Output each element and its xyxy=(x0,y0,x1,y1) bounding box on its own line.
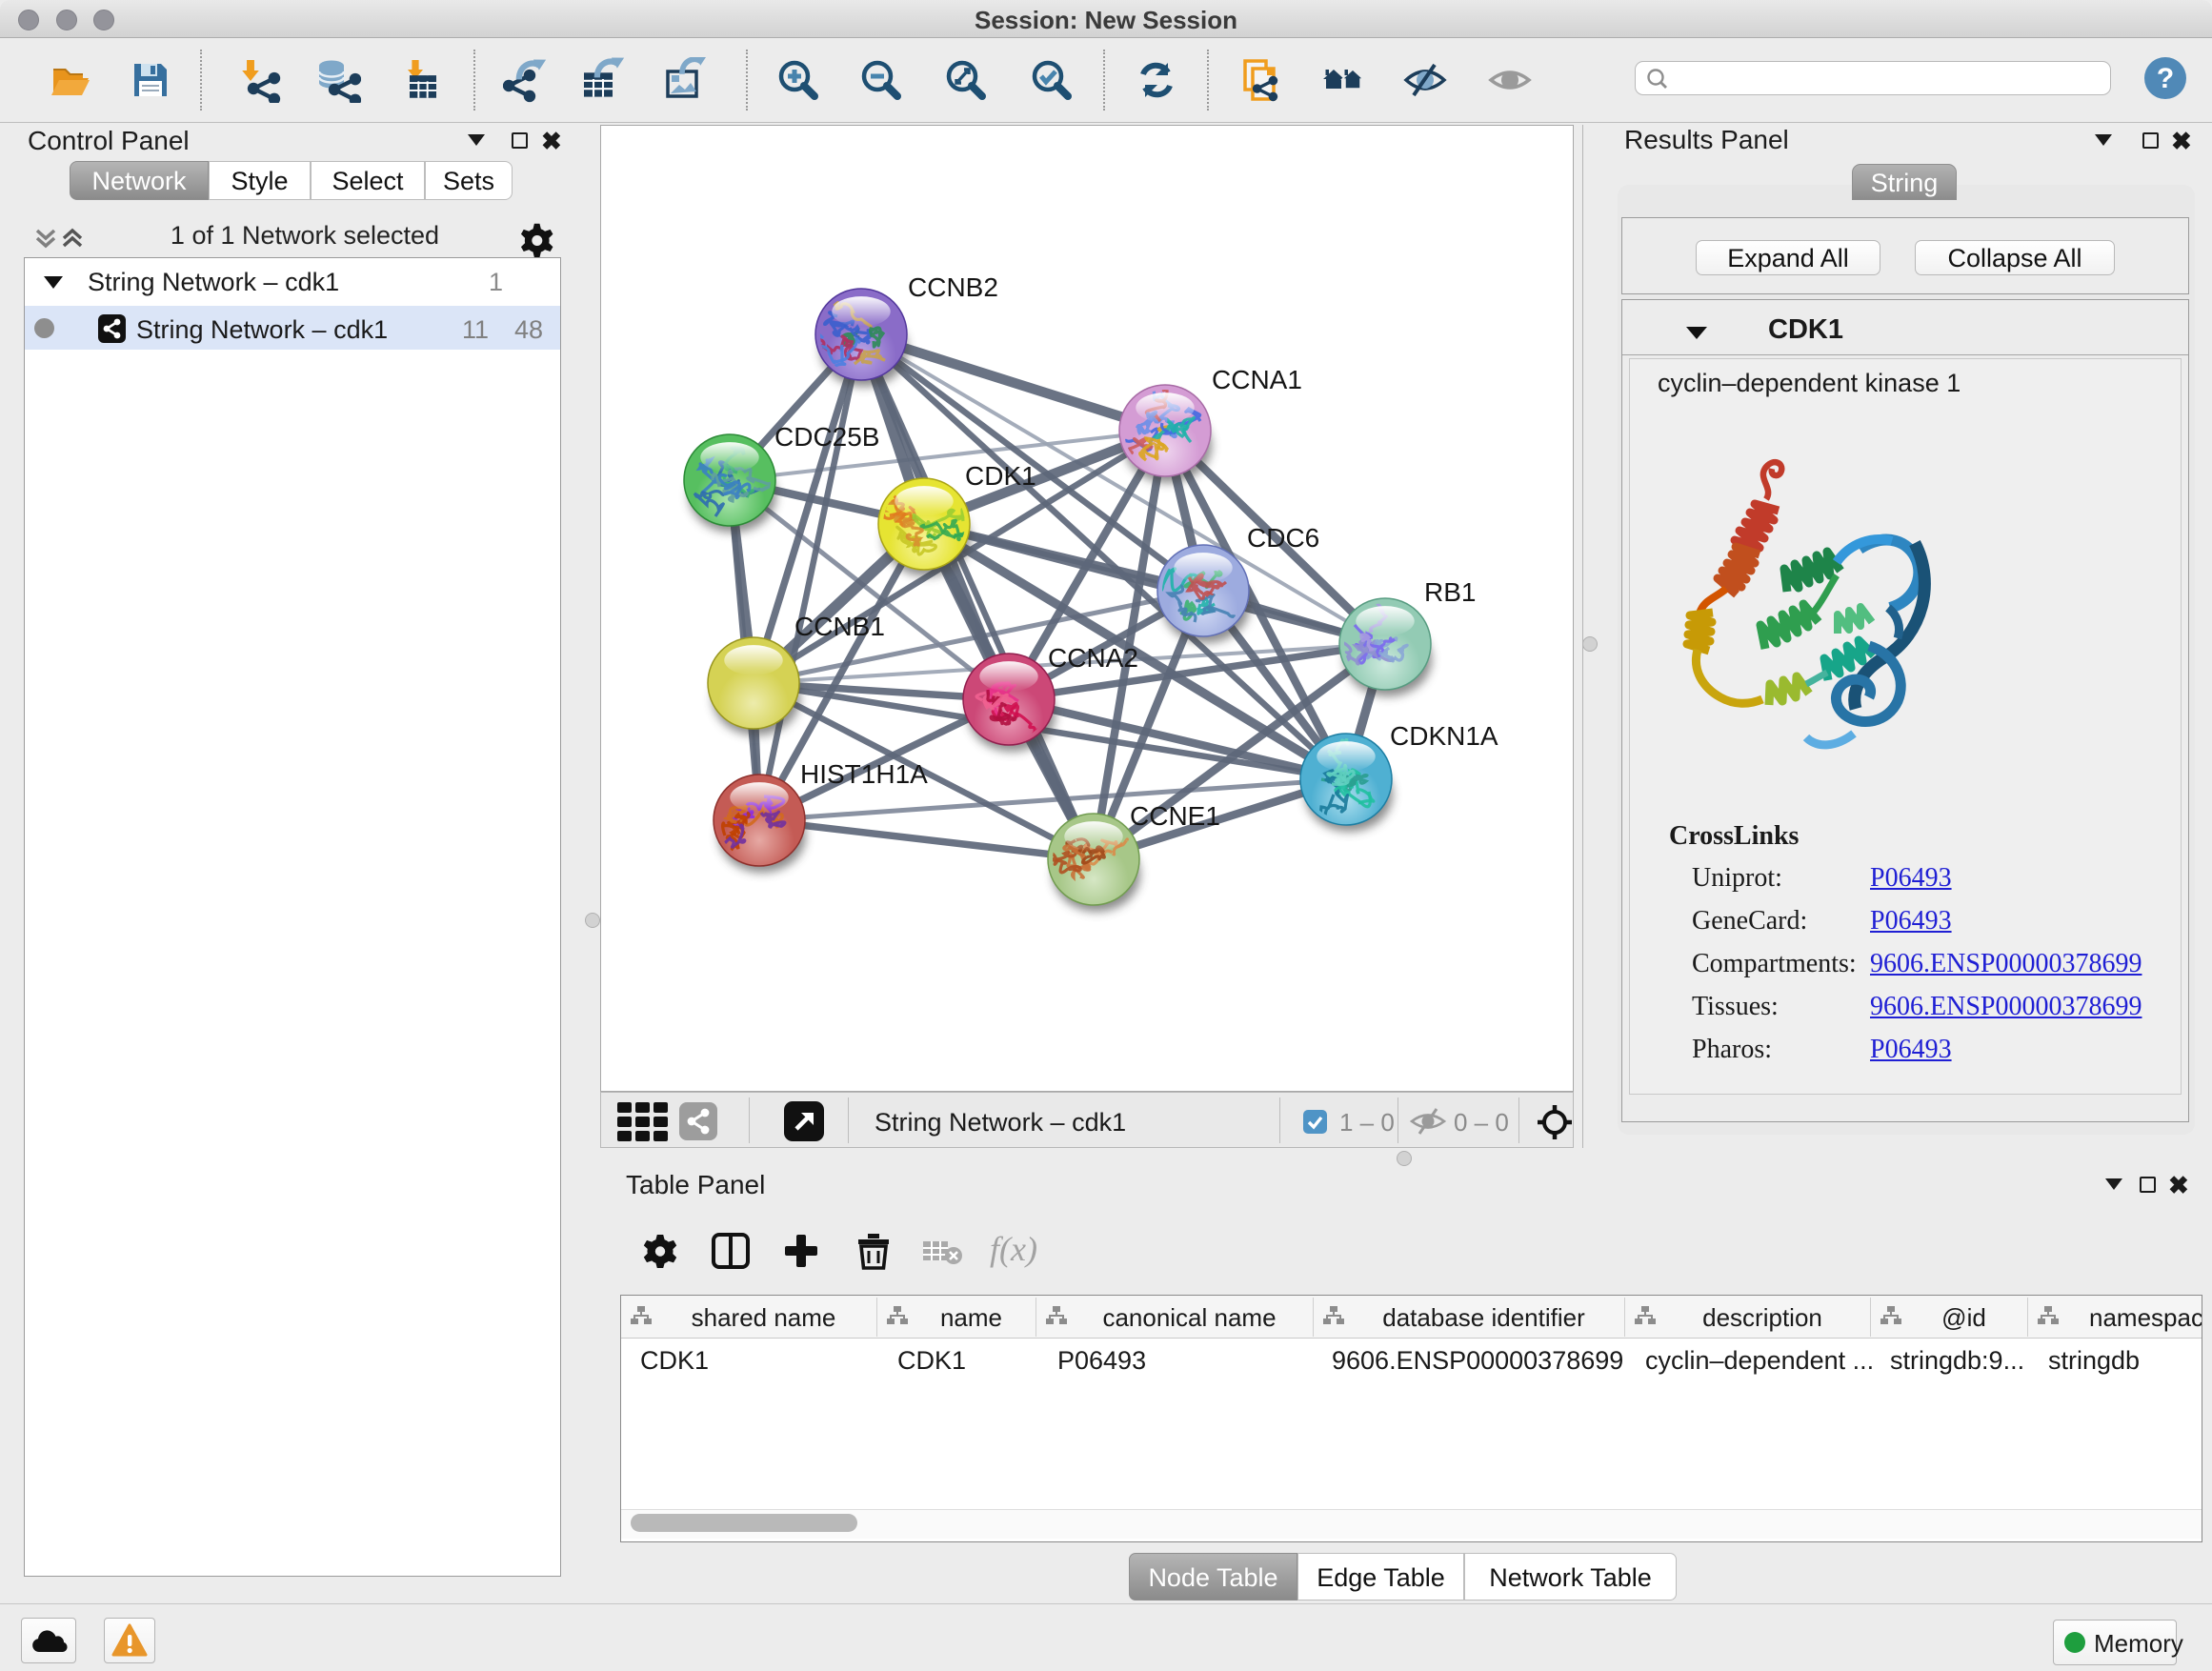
svg-text:CDKN1A: CDKN1A xyxy=(1390,721,1498,751)
svg-text:CCNA2: CCNA2 xyxy=(1048,643,1138,673)
svg-text:CDC25B: CDC25B xyxy=(774,422,879,452)
svg-text:CDC6: CDC6 xyxy=(1247,523,1319,553)
svg-text:RB1: RB1 xyxy=(1424,577,1476,607)
svg-text:HIST1H1A: HIST1H1A xyxy=(800,759,928,789)
svg-text:CCNB2: CCNB2 xyxy=(908,272,998,302)
svg-text:CDK1: CDK1 xyxy=(965,461,1036,491)
svg-text:CCNE1: CCNE1 xyxy=(1130,801,1220,831)
svg-text:?: ? xyxy=(2157,63,2174,94)
svg-text:CCNB1: CCNB1 xyxy=(794,612,885,641)
svg-text:CCNA1: CCNA1 xyxy=(1212,365,1302,394)
